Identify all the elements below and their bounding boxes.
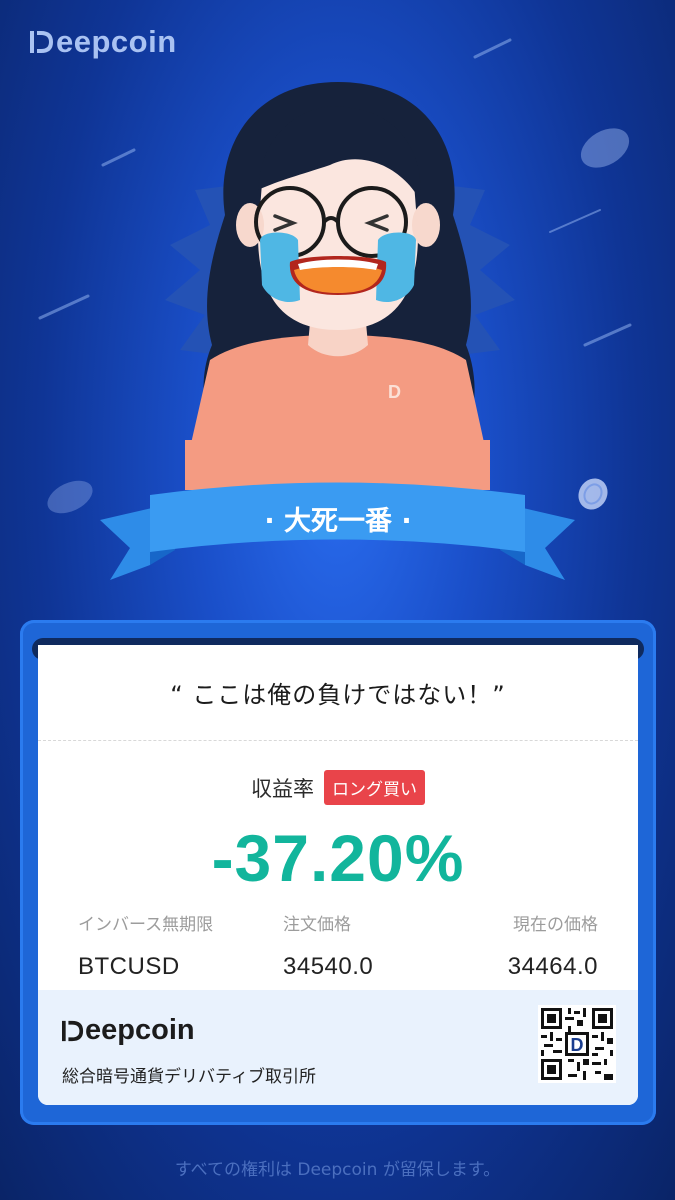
qr-center-logo: D: [571, 1035, 584, 1055]
current-price-value: 34464.0: [507, 953, 598, 980]
coin-blur: [580, 128, 630, 168]
crying-character-illustration: D · 大死一番 ·: [38, 38, 632, 580]
order-price-column: 注文価格 34540.0: [283, 910, 373, 981]
copyright-notice: すべての権利は Deepcoin が留保します。: [174, 1160, 501, 1180]
share-card: “ ここは俺の負けではない！” 収益率 ロング買い -37.20% インバース無…: [38, 645, 638, 1105]
pnl-label: 収益率: [251, 776, 314, 801]
dashed-divider: [38, 740, 638, 741]
footer-tagline: 総合暗号通貨デリバティブ取引所: [62, 1067, 316, 1087]
contract-value: BTCUSD: [78, 953, 180, 980]
footer-brand-logo: eepcoin: [62, 1014, 195, 1047]
pnl-value: -37.20%: [211, 821, 465, 895]
current-price-label: 現在の価格: [513, 915, 598, 935]
pnl-header: 収益率 ロング買い: [38, 770, 638, 805]
order-price-value: 34540.0: [283, 953, 374, 980]
direction-badge: ロング買い: [324, 770, 425, 805]
card-footer: eepcoin 総合暗号通貨デリバティブ取引所 D: [38, 990, 638, 1105]
shirt-logo: D: [388, 382, 401, 402]
ribbon-title: · 大死一番 ·: [264, 506, 411, 537]
current-price-column: 現在の価格 34464.0: [508, 910, 598, 981]
qr-code-icon[interactable]: D: [538, 1005, 616, 1083]
contract-label: インバース無期限: [78, 915, 214, 935]
deepcoin-logo-icon: [62, 1020, 84, 1041]
contract-column: インバース無期限 BTCUSD: [78, 910, 213, 981]
coin-blur: [47, 480, 93, 514]
coin: [578, 478, 608, 510]
quote-text: “ ここは俺の負けではない！”: [170, 681, 506, 709]
order-price-label: 注文価格: [283, 915, 351, 935]
footer-brand-text: eepcoin: [85, 1014, 195, 1046]
